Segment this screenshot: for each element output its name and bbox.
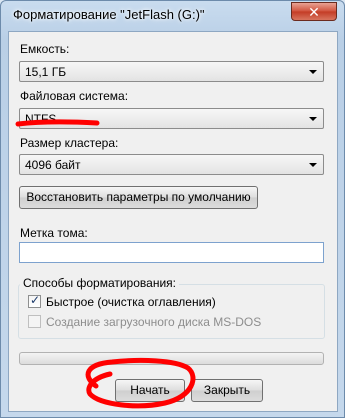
window-title: Форматирование "JetFlash (G:)" — [13, 7, 205, 22]
quick-format-label: Быстрое (очистка оглавления) — [46, 295, 216, 309]
cluster-size-select[interactable]: 4096 байт — [19, 154, 324, 175]
format-options-title: Способы форматирования: — [20, 276, 179, 290]
restore-defaults-button[interactable]: Восстановить параметры по умолчанию — [19, 186, 258, 209]
filesystem-value: NTFS — [25, 112, 57, 126]
close-button[interactable]: Закрыть — [191, 379, 263, 402]
dialog-body: Емкость: 15,1 ГБ Файловая система: NTFS … — [8, 31, 338, 412]
capacity-select[interactable]: 15,1 ГБ — [19, 61, 324, 82]
chevron-down-icon — [309, 70, 317, 74]
close-icon: ✕ — [308, 4, 320, 20]
title-bar[interactable]: Форматирование "JetFlash (G:)" ✕ — [1, 1, 344, 31]
chevron-down-icon — [309, 117, 317, 121]
format-options-group — [18, 284, 325, 339]
capacity-value: 15,1 ГБ — [25, 65, 67, 79]
format-progress-bar — [19, 352, 324, 365]
volume-label-input[interactable] — [19, 242, 324, 263]
start-button[interactable]: Начать — [115, 379, 185, 402]
format-dialog: Форматирование "JetFlash (G:)" ✕ Емкость… — [0, 0, 345, 418]
close-window-button[interactable]: ✕ — [291, 2, 337, 21]
filesystem-select[interactable]: NTFS — [19, 108, 324, 129]
msdos-boot-label: Создание загрузочного диска MS-DOS — [46, 315, 262, 329]
capacity-label: Емкость: — [20, 42, 70, 56]
cluster-size-value: 4096 байт — [25, 158, 81, 172]
quick-format-checkbox[interactable] — [28, 293, 41, 308]
chevron-down-icon — [309, 163, 317, 167]
filesystem-label: Файловая система: — [20, 89, 129, 103]
volume-label-label: Метка тома: — [20, 226, 88, 240]
cluster-size-label: Размер кластера: — [20, 136, 119, 150]
msdos-boot-checkbox — [28, 315, 41, 328]
